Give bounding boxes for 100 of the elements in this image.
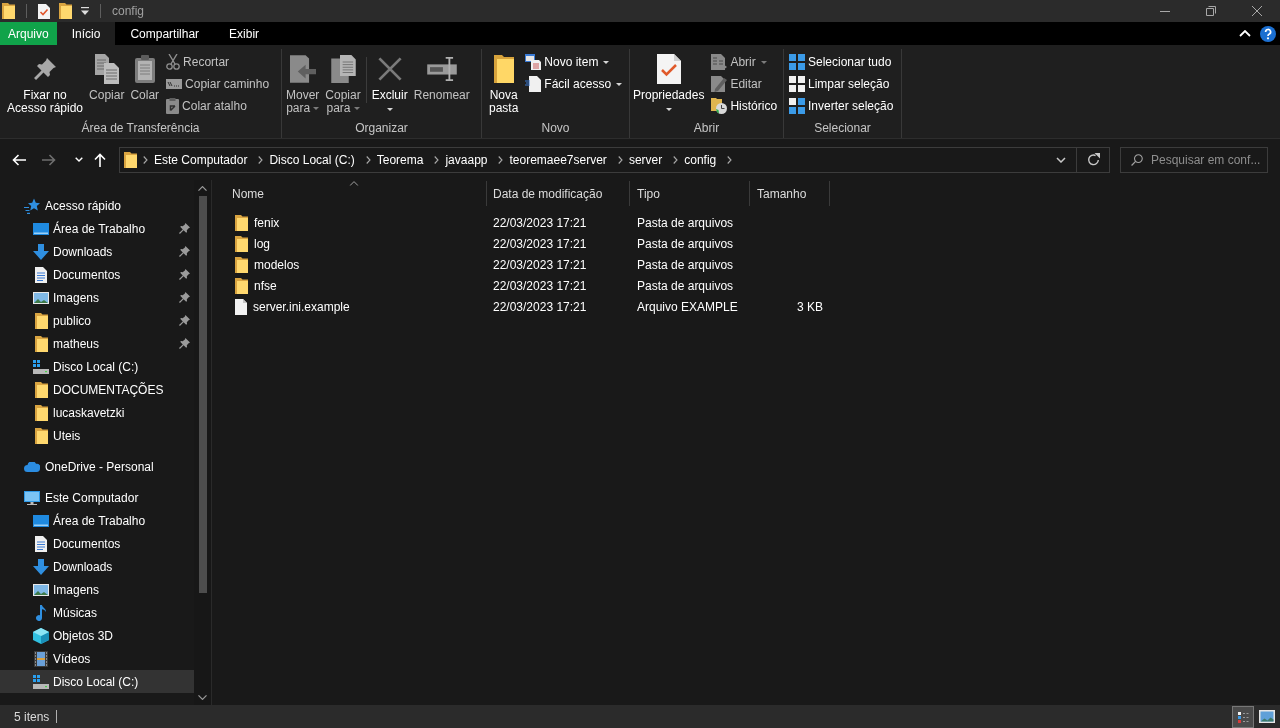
group-label: Área de Transferência	[80, 119, 201, 137]
sidebar-item[interactable]: OneDrive - Personal	[45, 459, 154, 474]
select-none-button[interactable]: Limpar seleção	[789, 73, 894, 95]
restore-icon[interactable]	[1206, 6, 1216, 16]
sidebar-item[interactable]: Objetos 3D	[53, 628, 114, 643]
chevron-right-icon[interactable]	[617, 155, 623, 164]
sidebar-item[interactable]: Downloads	[53, 559, 113, 574]
sidebar-item[interactable]: Uteis	[53, 428, 81, 443]
breadcrumb[interactable]: Disco Local (C:)	[264, 147, 360, 172]
scrollbar-thumb[interactable]	[198, 196, 207, 593]
folder-icon	[493, 55, 514, 83]
desktop-icon	[33, 514, 49, 527]
easy-access-button[interactable]: Fácil acesso	[525, 73, 623, 95]
chevron-right-icon[interactable]	[258, 155, 264, 164]
film-strip-icon	[34, 650, 48, 667]
arrow-up-icon[interactable]	[94, 152, 106, 167]
sidebar-item[interactable]: Músicas	[53, 605, 97, 620]
chevron-down-icon[interactable]	[1056, 156, 1066, 163]
chevron-up-icon[interactable]	[198, 185, 207, 191]
file-name[interactable]: nfse	[254, 278, 277, 293]
history-button[interactable]: Histórico	[711, 95, 778, 117]
file-name[interactable]: log	[254, 236, 270, 251]
breadcrumb[interactable]: server	[623, 147, 668, 172]
drive-icon	[33, 359, 49, 374]
breadcrumb[interactable]: Teorema	[371, 147, 429, 172]
sidebar-item[interactable]: Área de Trabalho	[53, 513, 146, 528]
sidebar-item[interactable]: Acesso rápido	[45, 198, 122, 213]
sidebar-item[interactable]: Disco Local (C:)	[53, 674, 139, 689]
folder-icon	[34, 381, 48, 398]
chevron-right-icon[interactable]	[727, 155, 733, 164]
window-title: config	[112, 4, 145, 18]
folder-icon	[34, 427, 48, 444]
file-name[interactable]: modelos	[254, 257, 300, 272]
sidebar-item[interactable]: matheus	[53, 336, 100, 351]
highlighted-row[interactable]: Disco Local (C:)	[0, 670, 194, 693]
column-header[interactable]: Nome	[222, 181, 487, 206]
sidebar-item[interactable]: Disco Local (C:)	[53, 359, 139, 374]
x-icon	[377, 57, 402, 81]
sidebar-item[interactable]: Documentos	[53, 536, 121, 551]
breadcrumb[interactable]: teoremaee7server	[504, 147, 612, 172]
file-icon	[235, 298, 247, 315]
chevron-down-icon[interactable]	[198, 694, 207, 700]
details-view-icon[interactable]	[1232, 705, 1254, 728]
select-all-button[interactable]: Selecionar tudo	[789, 51, 894, 73]
address-bar[interactable]: Este Computador Disco Local (C:) Teorema javaapp teoremaee7server server config	[119, 146, 1110, 173]
document-icon	[35, 266, 47, 283]
file-type: Arquivo EXAMPLE	[637, 299, 738, 314]
breadcrumb[interactable]: config	[679, 147, 722, 172]
new-folder-button[interactable]: Nova pasta	[488, 49, 520, 117]
search-field[interactable]: Pesquisar em conf...	[1120, 146, 1268, 173]
sidebar-item[interactable]: Downloads	[53, 244, 113, 259]
new-item-button[interactable]: Novo item	[525, 51, 623, 73]
chevron-right-icon[interactable]	[434, 155, 440, 164]
sidebar-item[interactable]: Imagens	[53, 290, 100, 305]
breadcrumb[interactable]: javaapp	[440, 147, 493, 172]
sidebar-item[interactable]: lucaskavetzki	[53, 405, 125, 420]
ribbon-tab[interactable]: Exibir	[214, 22, 275, 45]
chevron-right-icon[interactable]	[498, 155, 504, 164]
pin-button[interactable]: Fixar no Acesso rápido	[6, 49, 85, 117]
arrow-left-icon[interactable]	[12, 153, 26, 166]
delete-button[interactable]: Excluir	[370, 49, 409, 117]
folder-icon	[124, 151, 137, 168]
check-page-icon[interactable]	[38, 3, 50, 19]
squares-icon	[789, 76, 805, 92]
sidebar-item[interactable]: Vídeos	[53, 651, 91, 666]
folder-icon[interactable]	[59, 3, 72, 19]
chevron-right-icon[interactable]	[365, 155, 371, 164]
chevron-right-icon[interactable]	[673, 155, 679, 164]
sidebar-item[interactable]: publico	[53, 313, 92, 328]
ribbon-tab[interactable]: Compartilhar	[115, 22, 215, 45]
chevron-right-icon[interactable]	[143, 155, 148, 164]
folder-icon	[235, 235, 248, 252]
breadcrumb[interactable]: Este Computador	[149, 147, 253, 172]
modified-date: 22/03/2023 17:21	[493, 215, 587, 230]
sidebar-item[interactable]: Imagens	[53, 582, 100, 597]
caret-down-icon[interactable]	[81, 7, 89, 15]
sidebar-item[interactable]: DOCUMENTAÇÕES	[53, 382, 164, 397]
folder-icon	[2, 3, 15, 19]
ribbon-tab[interactable]: Início	[56, 22, 116, 45]
properties-button[interactable]: Propriedades	[632, 49, 706, 117]
minimize-icon[interactable]	[1160, 10, 1170, 12]
item-count: 5 itens	[14, 709, 50, 724]
refresh-icon[interactable]	[1086, 153, 1100, 166]
sidebar-item[interactable]: Este Computador	[45, 490, 139, 505]
invert-selection-button[interactable]: Inverter seleção	[789, 95, 894, 117]
picture-icon[interactable]	[1259, 710, 1275, 723]
sidebar-item[interactable]: Área de Trabalho	[53, 221, 146, 236]
picture-icon	[33, 583, 49, 596]
window-page-icon	[525, 54, 542, 70]
sidebar-item[interactable]: Documentos	[53, 267, 121, 282]
column-header[interactable]: Tipo	[630, 181, 750, 206]
file-name[interactable]: fenix	[254, 215, 280, 230]
column-header[interactable]: Tamanho	[750, 181, 830, 206]
help-icon[interactable]	[1260, 25, 1276, 42]
close-icon[interactable]	[1252, 6, 1262, 16]
folder-clock-icon	[711, 98, 728, 114]
folder-icon	[34, 404, 48, 421]
column-header[interactable]: Data de modificação	[487, 181, 630, 206]
file-name[interactable]: server.ini.example	[253, 299, 350, 314]
documents-icon	[94, 54, 119, 84]
